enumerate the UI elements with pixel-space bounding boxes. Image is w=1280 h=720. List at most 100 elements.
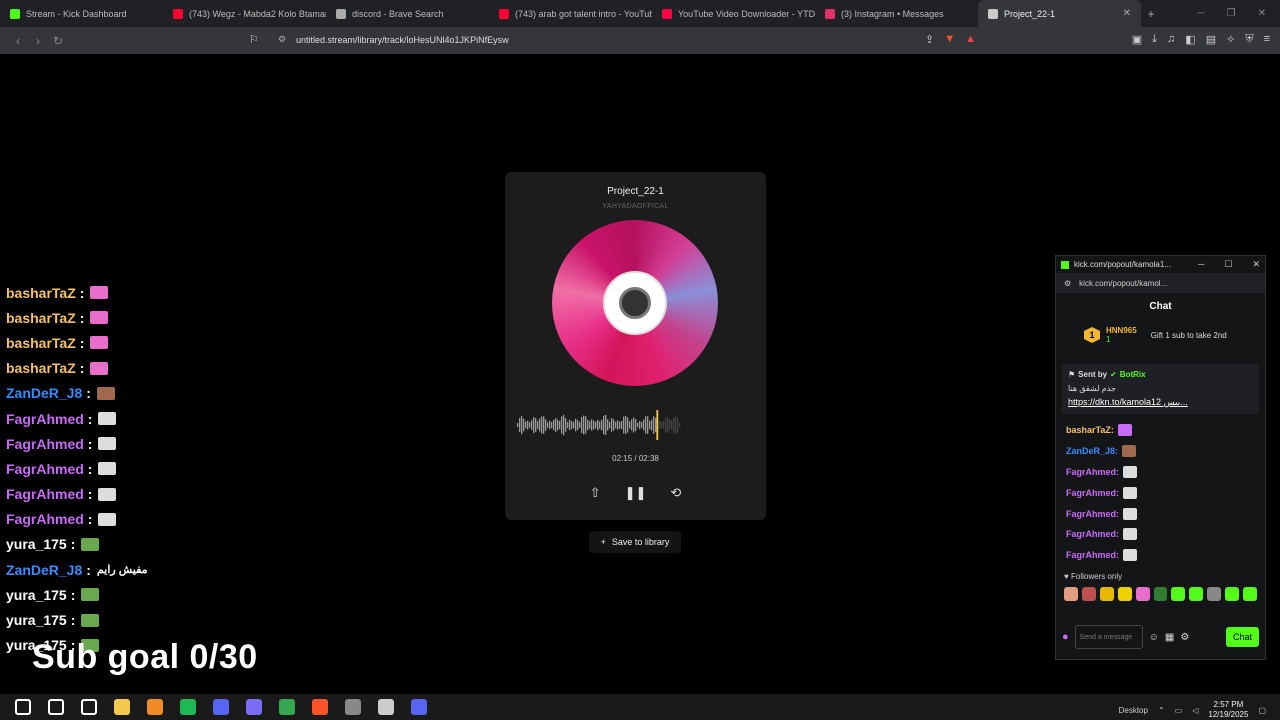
leo-icon[interactable]: ✧ xyxy=(1226,33,1235,46)
emote-icon[interactable] xyxy=(1064,586,1078,601)
sidebar-icon[interactable]: ◧ xyxy=(1185,33,1195,46)
chat-username[interactable]: FagrAhmed: xyxy=(1066,488,1119,498)
windows-taskbar: Desktop ⌃ ▭ ◁ 2:57 PM 12/19/2025 ▢ xyxy=(0,694,1280,720)
chat-message[interactable]: ZanDeR_J8: xyxy=(1056,441,1265,462)
minimize-icon[interactable]: ─ xyxy=(1198,8,1205,19)
url-text[interactable]: untitled.stream/library/track/loHesUNl4o… xyxy=(296,35,509,45)
share-icon[interactable]: ⇪ xyxy=(925,33,934,46)
chevron-up-icon[interactable]: ⌃ xyxy=(1158,706,1165,715)
chat-username[interactable]: FagrAhmed: xyxy=(1066,509,1119,519)
chat-message-input[interactable]: Send a message xyxy=(1074,625,1143,649)
waveform-scrubber[interactable] xyxy=(517,410,681,440)
download-icon[interactable]: ⤓ xyxy=(1152,33,1157,46)
app-icon[interactable] xyxy=(245,699,262,715)
tab-close-icon[interactable]: ✕ xyxy=(1123,8,1131,19)
chat-message[interactable]: FagrAhmed: xyxy=(1056,545,1265,566)
pause-button[interactable]: ❚❚ xyxy=(625,485,647,501)
close-icon[interactable]: ✕ xyxy=(1252,259,1260,270)
emote-picker-icon[interactable]: ☺ xyxy=(1149,632,1159,643)
media-icon[interactable]: ♫ xyxy=(1167,33,1175,46)
file-explorer-icon[interactable] xyxy=(113,699,130,715)
brave-icon[interactable] xyxy=(311,699,328,715)
maximize-icon[interactable]: ❐ xyxy=(1227,8,1236,19)
send-chat-button[interactable]: Chat xyxy=(1225,627,1259,647)
app-icon[interactable] xyxy=(344,699,361,715)
settings-icon[interactable]: ⚙ xyxy=(1180,632,1189,643)
site-info-icon[interactable]: ⚙ xyxy=(278,34,286,45)
chat-emote-icon xyxy=(1123,528,1138,541)
emote-icon[interactable] xyxy=(1225,586,1240,601)
chat-message[interactable]: FagrAhmed: xyxy=(1056,503,1265,524)
track-artist[interactable]: YAHYADAOFFICAL xyxy=(505,203,766,210)
playhead[interactable] xyxy=(656,410,659,440)
emote-icon[interactable] xyxy=(1207,586,1222,601)
task-view-icon[interactable] xyxy=(80,699,97,715)
chat-username[interactable]: FagrAhmed: xyxy=(1066,550,1119,560)
brave-shield-icon[interactable]: ▼ xyxy=(944,33,955,46)
emote-icon[interactable] xyxy=(1153,586,1168,601)
chat-message[interactable]: FagrAhmed: xyxy=(1056,524,1265,545)
save-to-library-button[interactable]: + Save to library xyxy=(589,531,681,553)
system-clock[interactable]: 2:57 PM 12/19/2025 xyxy=(1208,700,1248,720)
search-icon[interactable] xyxy=(47,699,64,715)
chat-username[interactable]: FagrAhmed: xyxy=(1066,529,1119,539)
chat-message[interactable]: FagrAhmed: xyxy=(1056,462,1265,483)
wallet-icon[interactable]: ▤ xyxy=(1206,33,1216,46)
forward-icon[interactable]: › xyxy=(28,34,48,48)
desktop-label[interactable]: Desktop xyxy=(1119,706,1148,715)
minimize-icon[interactable]: ─ xyxy=(1198,259,1204,270)
brave-rewards-icon[interactable]: ▲ xyxy=(965,33,976,46)
emote-icon[interactable] xyxy=(1117,586,1132,601)
tab-search-icon[interactable]: ▣ xyxy=(1132,33,1142,46)
chat-emote-icon xyxy=(81,537,100,551)
store-icon[interactable]: ▦ xyxy=(1165,632,1174,643)
browser-tab[interactable]: YouTube Video Downloader - YTDow xyxy=(652,0,815,27)
share-icon[interactable]: ⇧ xyxy=(590,485,601,501)
emote-icon[interactable] xyxy=(1171,586,1186,601)
new-tab-button[interactable]: + xyxy=(1141,7,1161,21)
notification-icon[interactable]: ▢ xyxy=(1258,706,1266,715)
chat-message[interactable]: basharTaZ: xyxy=(1056,420,1265,441)
emote-icon[interactable] xyxy=(1135,586,1150,601)
pinned-link[interactable]: https://dkn.to/kamola12 بيس... xyxy=(1068,397,1253,408)
close-icon[interactable]: ✕ xyxy=(1258,8,1266,19)
chrome-icon[interactable] xyxy=(278,699,295,715)
reload-icon[interactable]: ↻ xyxy=(48,34,68,48)
discord-icon[interactable] xyxy=(212,699,229,715)
browser-tab[interactable]: (3) Instagram • Messages xyxy=(815,0,978,27)
waveform-bar xyxy=(539,418,541,432)
app-icon[interactable] xyxy=(377,699,394,715)
chat-username: FagrAhmed xyxy=(6,486,84,503)
app-icon[interactable] xyxy=(146,699,163,715)
emote-icon[interactable] xyxy=(1243,586,1257,601)
volume-icon[interactable]: ◁ xyxy=(1192,706,1198,715)
emote-icon[interactable] xyxy=(1189,586,1204,601)
back-icon[interactable]: ‹ xyxy=(8,34,28,48)
network-icon[interactable]: ▭ xyxy=(1175,706,1183,715)
repeat-icon[interactable]: ⟲ xyxy=(670,485,681,501)
browser-tab[interactable]: (743) arab got talent intro - YouTube xyxy=(489,0,652,27)
chat-username[interactable]: basharTaZ: xyxy=(1066,425,1114,435)
bookmark-icon[interactable]: ⚐ xyxy=(249,33,259,46)
browser-tab[interactable]: Project_22-1 ✕ xyxy=(978,0,1141,27)
start-icon[interactable] xyxy=(14,699,31,715)
mic-icon[interactable]: ● xyxy=(1062,631,1069,643)
chat-message[interactable]: FagrAhmed: xyxy=(1056,482,1265,503)
app-icon[interactable] xyxy=(410,699,427,715)
popout-url[interactable]: kick.com/popout/kamol... xyxy=(1079,279,1167,288)
browser-tab[interactable]: discord - Brave Search xyxy=(326,0,489,27)
site-info-icon[interactable]: ⚙ xyxy=(1064,279,1071,288)
spotify-icon[interactable] xyxy=(179,699,196,715)
emote-icon[interactable] xyxy=(1099,586,1114,601)
chat-heading: Chat xyxy=(1149,301,1172,312)
menu-icon[interactable]: ≡ xyxy=(1264,33,1270,46)
chat-username[interactable]: FagrAhmed: xyxy=(1066,467,1119,477)
browser-tab[interactable]: Stream - Kick Dashboard xyxy=(0,0,163,27)
top-gifter[interactable]: 1 HNN965 1 Gift 1 sub to take 2nd xyxy=(1056,320,1265,350)
vpn-icon[interactable]: ⛨ xyxy=(1245,33,1253,46)
waveform-bar xyxy=(525,421,527,429)
browser-tab[interactable]: (743) Wegz - Mabda2 Kolo Btaman xyxy=(163,0,326,27)
maximize-icon[interactable]: ☐ xyxy=(1224,259,1232,270)
emote-icon[interactable] xyxy=(1081,586,1096,601)
chat-username[interactable]: ZanDeR_J8: xyxy=(1066,446,1118,456)
